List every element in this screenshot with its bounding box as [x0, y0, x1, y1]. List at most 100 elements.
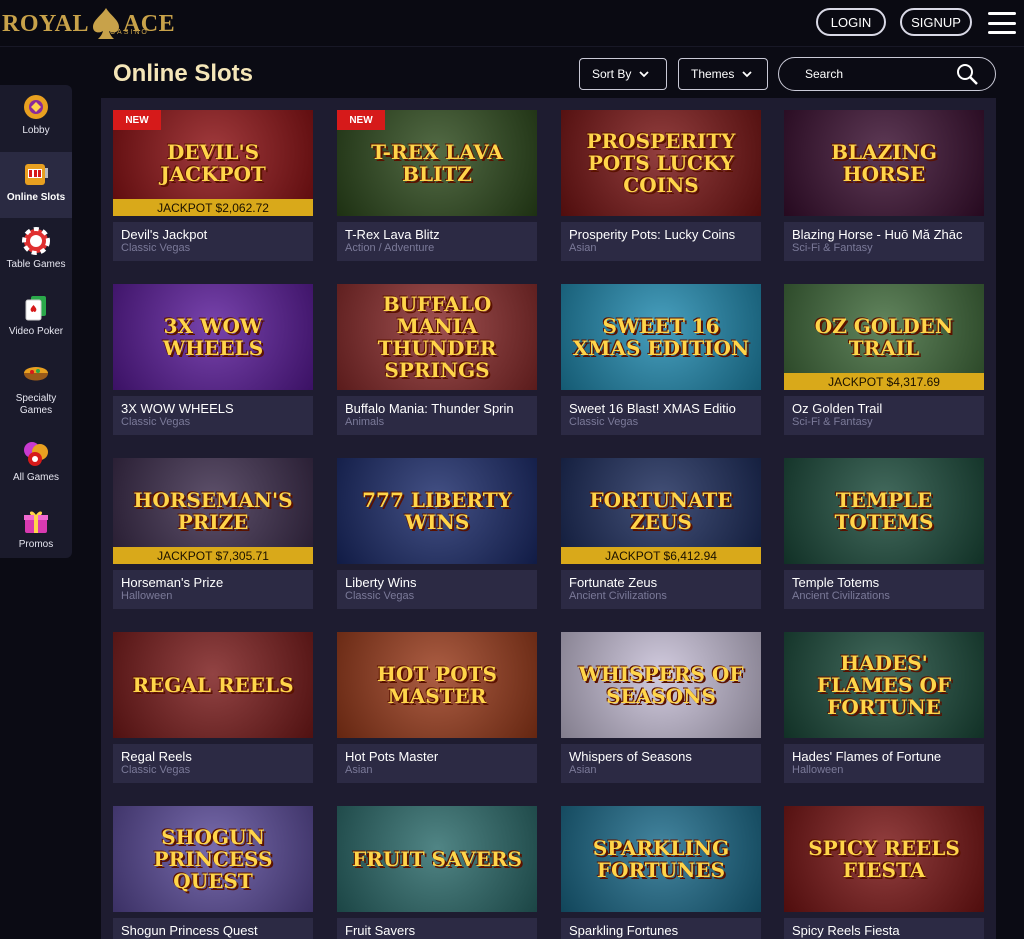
game-card[interactable]: DEVIL'S JACKPOT NEW JACKPOT $2,062.72 Devil…: [113, 110, 313, 261]
game-thumbnail[interactable]: HADES' FLAMES OF FORTUNE: [784, 632, 984, 738]
game-name: Devil's Jackpot: [121, 227, 208, 242]
game-logo-text: FRUIT SAVERS: [352, 847, 522, 871]
game-card[interactable]: REGAL REELS Regal Reels Classic Vegas: [113, 632, 313, 783]
game-name: Whispers of Seasons: [569, 749, 692, 764]
logo-word-royal: ROYAL: [2, 10, 89, 37]
game-card[interactable]: TEMPLE TOTEMS Temple Totems Ancient Civili…: [784, 458, 984, 609]
game-info[interactable]: Regal Reels Classic Vegas: [113, 744, 313, 783]
game-logo-text: HOT POTS MASTER: [377, 662, 497, 708]
game-info[interactable]: Buffalo Mania: Thunder Sprin Animals: [337, 396, 537, 435]
sort-by-dropdown[interactable]: Sort By: [579, 58, 667, 90]
game-card[interactable]: PROSPERITY POTS LUCKY COINS Prosperity Po…: [561, 110, 761, 261]
gift-icon: [22, 507, 50, 535]
game-thumbnail[interactable]: REGAL REELS: [113, 632, 313, 738]
game-thumbnail[interactable]: BLAZING HORSE: [784, 110, 984, 216]
game-name: Shogun Princess Quest: [121, 923, 258, 938]
game-thumbnail[interactable]: 3X WOW WHEELS: [113, 284, 313, 390]
game-card[interactable]: 3X WOW WHEELS 3X WOW WHEELS Classic Vegas: [113, 284, 313, 435]
search-box[interactable]: [778, 57, 996, 91]
themes-dropdown[interactable]: Themes: [678, 58, 768, 90]
game-card[interactable]: T-REX LAVA BLITZ NEW T-Rex Lava Blitz Actio…: [337, 110, 537, 261]
royal-ace-logo[interactable]: ROYAL ACE: [2, 4, 175, 44]
game-card[interactable]: HORSEMAN'S PRIZE JACKPOT $7,305.71 Horsema…: [113, 458, 313, 609]
game-info[interactable]: Horseman's Prize Halloween: [113, 570, 313, 609]
game-card[interactable]: SHOGUN PRINCESS QUEST Shogun Princess Que…: [113, 806, 313, 939]
game-thumbnail[interactable]: FRUIT SAVERS: [337, 806, 537, 912]
game-thumbnail[interactable]: PROSPERITY POTS LUCKY COINS: [561, 110, 761, 216]
game-card[interactable]: FRUIT SAVERS Fruit Savers: [337, 806, 537, 939]
game-card[interactable]: WHISPERS OF SEASONS Whispers of Seasons As…: [561, 632, 761, 783]
game-thumbnail[interactable]: HORSEMAN'S PRIZE JACKPOT $7,305.71: [113, 458, 313, 564]
game-card[interactable]: HOT POTS MASTER Hot Pots Master Asian: [337, 632, 537, 783]
game-card[interactable]: SPARKLING FORTUNES Sparkling Fortunes: [561, 806, 761, 939]
game-name: Fruit Savers: [345, 923, 416, 938]
game-name: Temple Totems: [792, 575, 880, 590]
game-info[interactable]: Blazing Horse - Huō Mă Zhāc Sci-Fi & Fant…: [784, 222, 984, 261]
game-card[interactable]: BLAZING HORSE Blazing Horse - Huō Mă Zhāc…: [784, 110, 984, 261]
game-info[interactable]: Spicy Reels Fiesta: [784, 918, 984, 939]
sidebar-item-online-slots[interactable]: Online Slots: [0, 152, 72, 218]
game-info[interactable]: Temple Totems Ancient Civilizations: [784, 570, 984, 609]
game-card[interactable]: 777 LIBERTY WINS Liberty Wins Classic Vega…: [337, 458, 537, 609]
game-card[interactable]: BUFFALO MANIA THUNDER SPRINGS Buffalo Man…: [337, 284, 537, 435]
game-info[interactable]: Sparkling Fortunes: [561, 918, 761, 939]
game-thumbnail[interactable]: WHISPERS OF SEASONS: [561, 632, 761, 738]
search-input[interactable]: [805, 67, 955, 81]
game-category: Classic Vegas: [345, 590, 415, 602]
game-category: Sci-Fi & Fantasy: [792, 242, 873, 254]
search-icon[interactable]: [955, 62, 979, 86]
game-info[interactable]: T-Rex Lava Blitz Action / Adventure: [337, 222, 537, 261]
game-name: 3X WOW WHEELS: [121, 401, 234, 416]
game-logo-text: WHISPERS OF SEASONS: [578, 662, 744, 708]
sidebar-item-table-games[interactable]: Table Games: [0, 219, 72, 285]
sidebar-item-all-games[interactable]: All Games: [0, 432, 72, 498]
game-info[interactable]: Oz Golden Trail Sci-Fi & Fantasy: [784, 396, 984, 435]
lobby-icon: [22, 93, 50, 121]
game-logo-text: SHOGUN PRINCESS QUEST: [153, 825, 273, 893]
sidebar-item-promos[interactable]: Promos: [0, 499, 72, 558]
game-thumbnail[interactable]: T-REX LAVA BLITZ NEW: [337, 110, 537, 216]
game-category: Classic Vegas: [121, 416, 191, 428]
game-info[interactable]: Fortunate Zeus Ancient Civilizations: [561, 570, 761, 609]
signup-button[interactable]: SIGNUP: [900, 8, 972, 36]
game-category: Animals: [345, 416, 385, 428]
game-thumbnail[interactable]: DEVIL'S JACKPOT NEW JACKPOT $2,062.72: [113, 110, 313, 216]
sort-by-label: Sort By: [592, 67, 632, 81]
game-info[interactable]: Fruit Savers: [337, 918, 537, 939]
game-info[interactable]: Hades' Flames of Fortune Halloween: [784, 744, 984, 783]
game-info[interactable]: Prosperity Pots: Lucky Coins Asian: [561, 222, 761, 261]
game-card[interactable]: HADES' FLAMES OF FORTUNE Hades' Flames of…: [784, 632, 984, 783]
game-info[interactable]: Whispers of Seasons Asian: [561, 744, 761, 783]
game-thumbnail[interactable]: FORTUNATE ZEUS JACKPOT $6,412.94: [561, 458, 761, 564]
game-thumbnail[interactable]: OZ GOLDEN TRAIL JACKPOT $4,317.69: [784, 284, 984, 390]
game-thumbnail[interactable]: 777 LIBERTY WINS: [337, 458, 537, 564]
game-card[interactable]: FORTUNATE ZEUS JACKPOT $6,412.94 Fortunate…: [561, 458, 761, 609]
game-thumbnail[interactable]: SWEET 16 XMAS EDITION: [561, 284, 761, 390]
sidebar-item-specialty-games[interactable]: Specialty Games: [0, 353, 72, 431]
game-card[interactable]: OZ GOLDEN TRAIL JACKPOT $4,317.69 Oz Golde…: [784, 284, 984, 435]
jackpot-banner: JACKPOT $4,317.69: [784, 373, 984, 390]
sidebar-item-video-poker[interactable]: Video Poker: [0, 286, 72, 352]
sidebar-item-lobby[interactable]: Lobby: [0, 85, 72, 151]
game-info[interactable]: Hot Pots Master Asian: [337, 744, 537, 783]
game-info[interactable]: Liberty Wins Classic Vegas: [337, 570, 537, 609]
hamburger-menu-icon[interactable]: [988, 12, 1016, 34]
game-thumbnail[interactable]: SPARKLING FORTUNES: [561, 806, 761, 912]
game-info[interactable]: Shogun Princess Quest: [113, 918, 313, 939]
jackpot-banner: JACKPOT $6,412.94: [561, 547, 761, 564]
game-info[interactable]: Sweet 16 Blast! XMAS Editio Classic Vegas: [561, 396, 761, 435]
game-thumbnail[interactable]: SHOGUN PRINCESS QUEST: [113, 806, 313, 912]
game-card[interactable]: SPICY REELS FIESTA Spicy Reels Fiesta: [784, 806, 984, 939]
themes-label: Themes: [691, 67, 735, 81]
game-thumbnail[interactable]: BUFFALO MANIA THUNDER SPRINGS: [337, 284, 537, 390]
login-button[interactable]: LOGIN: [816, 8, 886, 36]
game-card[interactable]: SWEET 16 XMAS EDITION Sweet 16 Blast! XMA…: [561, 284, 761, 435]
game-thumbnail[interactable]: HOT POTS MASTER: [337, 632, 537, 738]
game-info[interactable]: Devil's Jackpot Classic Vegas: [113, 222, 313, 261]
game-name: Oz Golden Trail: [792, 401, 883, 416]
game-logo-text: HORSEMAN'S PRIZE: [133, 488, 293, 534]
game-category: Asian: [345, 764, 373, 776]
game-thumbnail[interactable]: SPICY REELS FIESTA: [784, 806, 984, 912]
game-info[interactable]: 3X WOW WHEELS Classic Vegas: [113, 396, 313, 435]
game-thumbnail[interactable]: TEMPLE TOTEMS: [784, 458, 984, 564]
